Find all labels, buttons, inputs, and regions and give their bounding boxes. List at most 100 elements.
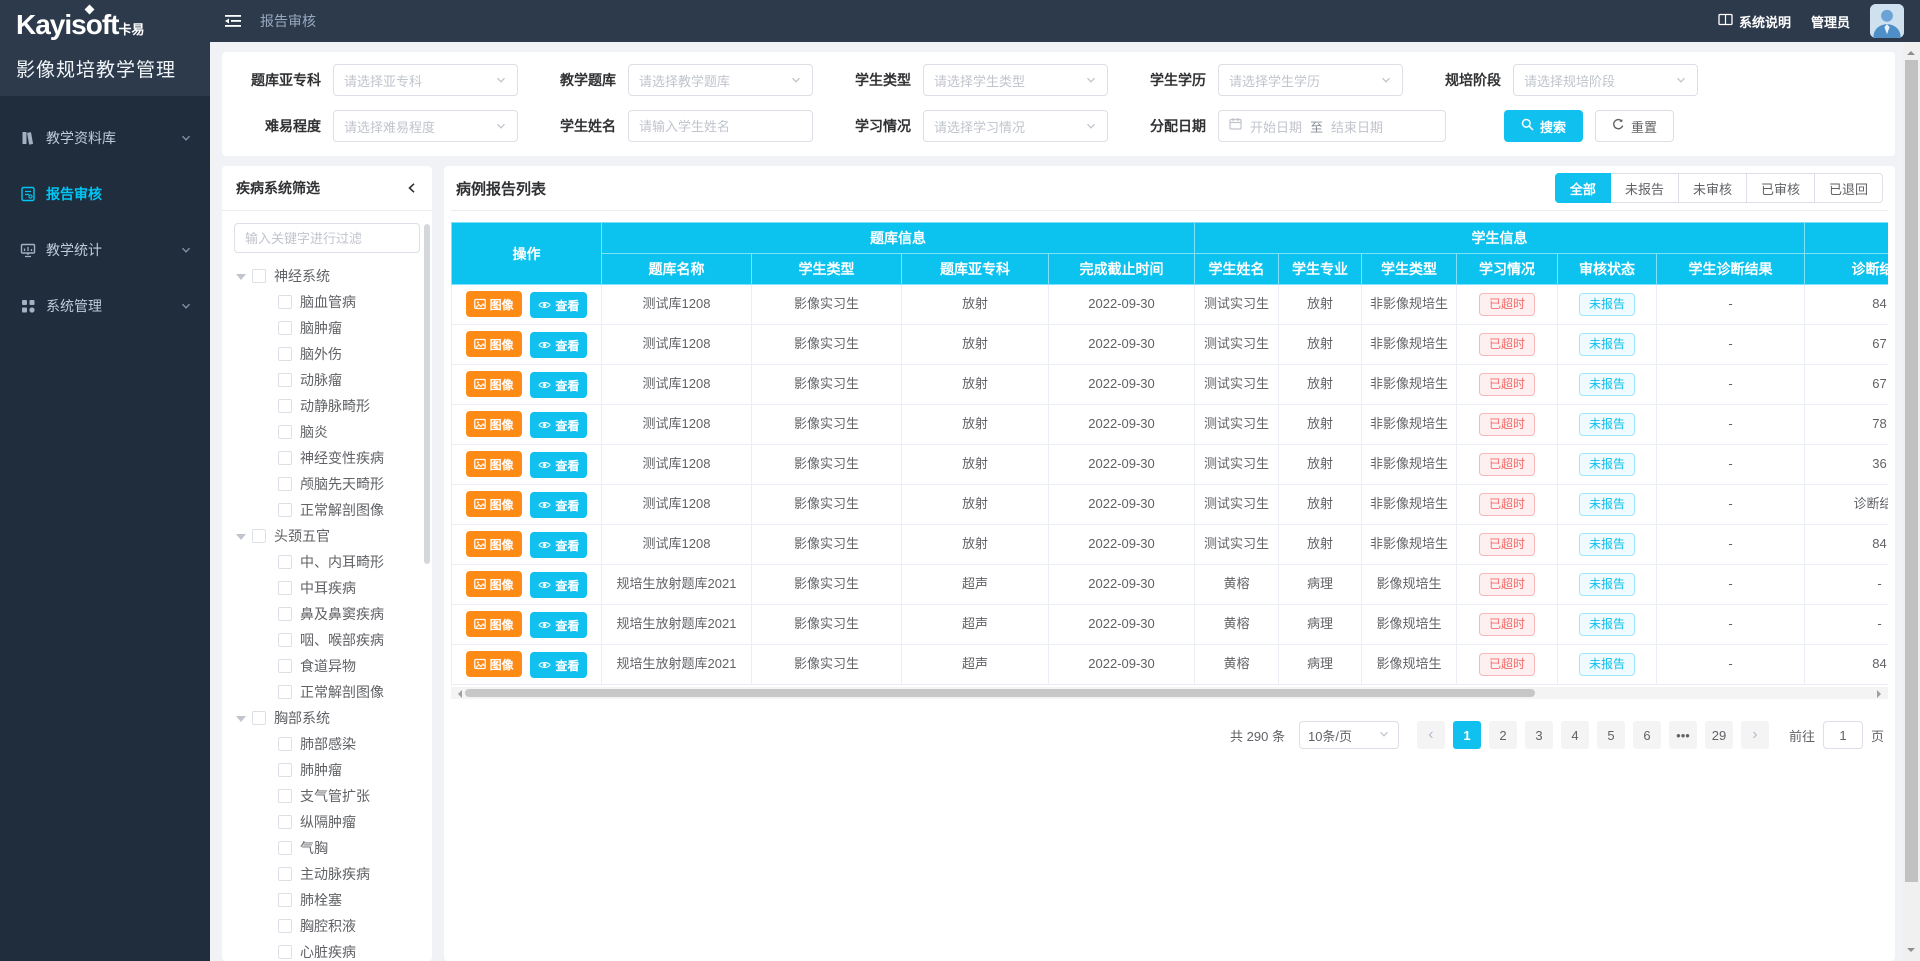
tree-node-label[interactable]: 脑外伤 [300,344,342,364]
tree-node-child[interactable]: 纵隔肿瘤 [234,809,432,835]
horizontal-scrollbar-thumb[interactable] [465,689,1535,697]
image-button[interactable]: 图像 [466,291,522,317]
scroll-right-icon[interactable] [1877,690,1885,698]
filter-select[interactable]: 请选择亚专科 [333,64,518,96]
view-button[interactable]: 查看 [530,652,587,678]
view-button[interactable]: 查看 [530,572,587,598]
tree-checkbox[interactable] [278,399,292,413]
tree-node-label[interactable]: 肺肿瘤 [300,760,342,780]
tree-checkbox[interactable] [278,815,292,829]
tree-checkbox[interactable] [278,477,292,491]
tree-node-label[interactable]: 脑血管病 [300,292,356,312]
view-button[interactable]: 查看 [530,412,587,438]
view-button[interactable]: 查看 [530,332,587,358]
image-button[interactable]: 图像 [466,531,522,557]
tree-node-child[interactable]: 脑外伤 [234,341,432,367]
tree-checkbox[interactable] [278,633,292,647]
tree-node-child[interactable]: 颅脑先天畸形 [234,471,432,497]
tree-node-child[interactable]: 动脉瘤 [234,367,432,393]
tree-node-label[interactable]: 胸部系统 [274,708,330,728]
tree-node-child[interactable]: 脑肿瘤 [234,315,432,341]
tree-checkbox[interactable] [278,295,292,309]
filter-select[interactable]: 请选择难易程度 [333,110,518,142]
tab-2[interactable]: 未审核 [1679,173,1747,203]
tree-search-input[interactable] [234,223,420,253]
view-button[interactable]: 查看 [530,452,587,478]
tree-node-child[interactable]: 正常解剖图像 [234,497,432,523]
tree-node-child[interactable]: 气胸 [234,835,432,861]
tree-node-child[interactable]: 肺部感染 [234,731,432,757]
filter-select[interactable]: 请选择学生类型 [923,64,1108,96]
tree-checkbox[interactable] [278,737,292,751]
tree-node-label[interactable]: 颅脑先天畸形 [300,474,384,494]
tree-checkbox[interactable] [278,347,292,361]
page-button-29[interactable]: 29 [1705,721,1733,749]
tree-node-parent[interactable]: 神经系统 [234,263,432,289]
tree-node-label[interactable]: 脑炎 [300,422,328,442]
image-button[interactable]: 图像 [466,371,522,397]
tree-node-child[interactable]: 胸腔积液 [234,913,432,939]
tree-node-label[interactable]: 脑肿瘤 [300,318,342,338]
tree-checkbox[interactable] [278,321,292,335]
tree-node-label[interactable]: 中、内耳畸形 [300,552,384,572]
page-size-select[interactable]: 10条/页 [1299,721,1399,749]
tree-node-label[interactable]: 头颈五官 [274,526,330,546]
tree-node-label[interactable]: 食道异物 [300,656,356,676]
sidebar-item-2[interactable]: 教学统计 [0,222,210,278]
filter-select[interactable]: 请选择学习情况 [923,110,1108,142]
tree-node-child[interactable]: 肺栓塞 [234,887,432,913]
view-button[interactable]: 查看 [530,372,587,398]
tree-node-label[interactable]: 支气管扩张 [300,786,370,806]
page-button-1[interactable]: 1 [1453,721,1481,749]
date-range-picker[interactable]: 开始日期 至 结束日期 [1218,110,1446,142]
search-button[interactable]: 搜索 [1504,110,1583,142]
filter-select[interactable]: 请选择学生学历 [1218,64,1403,96]
caret-down-icon[interactable] [236,274,246,285]
tree-node-label[interactable]: 气胸 [300,838,328,858]
tree-checkbox[interactable] [278,841,292,855]
tree-checkbox[interactable] [278,945,292,959]
scroll-left-icon[interactable] [454,690,462,698]
avatar[interactable] [1870,4,1904,38]
page-button-6[interactable]: 6 [1633,721,1661,749]
tree-node-label[interactable]: 主动脉疾病 [300,864,370,884]
tree-node-label[interactable]: 正常解剖图像 [300,500,384,520]
tree-node-child[interactable]: 食道异物 [234,653,432,679]
tree-node-child[interactable]: 动静脉畸形 [234,393,432,419]
tab-0[interactable]: 全部 [1555,173,1611,203]
caret-down-icon[interactable] [236,716,246,727]
tree-node-child[interactable]: 主动脉疾病 [234,861,432,887]
view-button[interactable]: 查看 [530,292,587,318]
goto-page-input[interactable] [1823,721,1863,749]
tree-checkbox[interactable] [278,659,292,673]
image-button[interactable]: 图像 [466,411,522,437]
tree-checkbox[interactable] [278,581,292,595]
tree-node-label[interactable]: 动脉瘤 [300,370,342,390]
tree-node-label[interactable]: 咽、喉部疾病 [300,630,384,650]
tree-checkbox[interactable] [278,763,292,777]
tree-node-label[interactable]: 鼻及鼻窦疾病 [300,604,384,624]
tree-checkbox[interactable] [278,555,292,569]
tree-node-label[interactable]: 神经系统 [274,266,330,286]
tree-node-label[interactable]: 肺栓塞 [300,890,342,910]
image-button[interactable]: 图像 [466,571,522,597]
tree-node-label[interactable]: 肺部感染 [300,734,356,754]
page-button-5[interactable]: 5 [1597,721,1625,749]
view-button[interactable]: 查看 [530,532,587,558]
page-scrollbar-thumb[interactable] [1905,60,1918,882]
tree-node-label[interactable]: 心脏疾病 [300,942,356,961]
sidebar-item-1[interactable]: 报告审核 [0,166,210,222]
tree-checkbox[interactable] [252,529,266,543]
tree-node-child[interactable]: 脑血管病 [234,289,432,315]
tree-node-child[interactable]: 咽、喉部疾病 [234,627,432,653]
tree-node-label[interactable]: 中耳疾病 [300,578,356,598]
tree-checkbox[interactable] [278,503,292,517]
system-help-button[interactable]: 系统说明 [1718,12,1791,31]
tree-checkbox[interactable] [252,269,266,283]
tree-checkbox[interactable] [278,373,292,387]
tree-node-child[interactable]: 正常解剖图像 [234,679,432,705]
page-button-4[interactable]: 4 [1561,721,1589,749]
view-button[interactable]: 查看 [530,612,587,638]
tree-checkbox[interactable] [278,607,292,621]
tree-node-child[interactable]: 心脏疾病 [234,939,432,961]
